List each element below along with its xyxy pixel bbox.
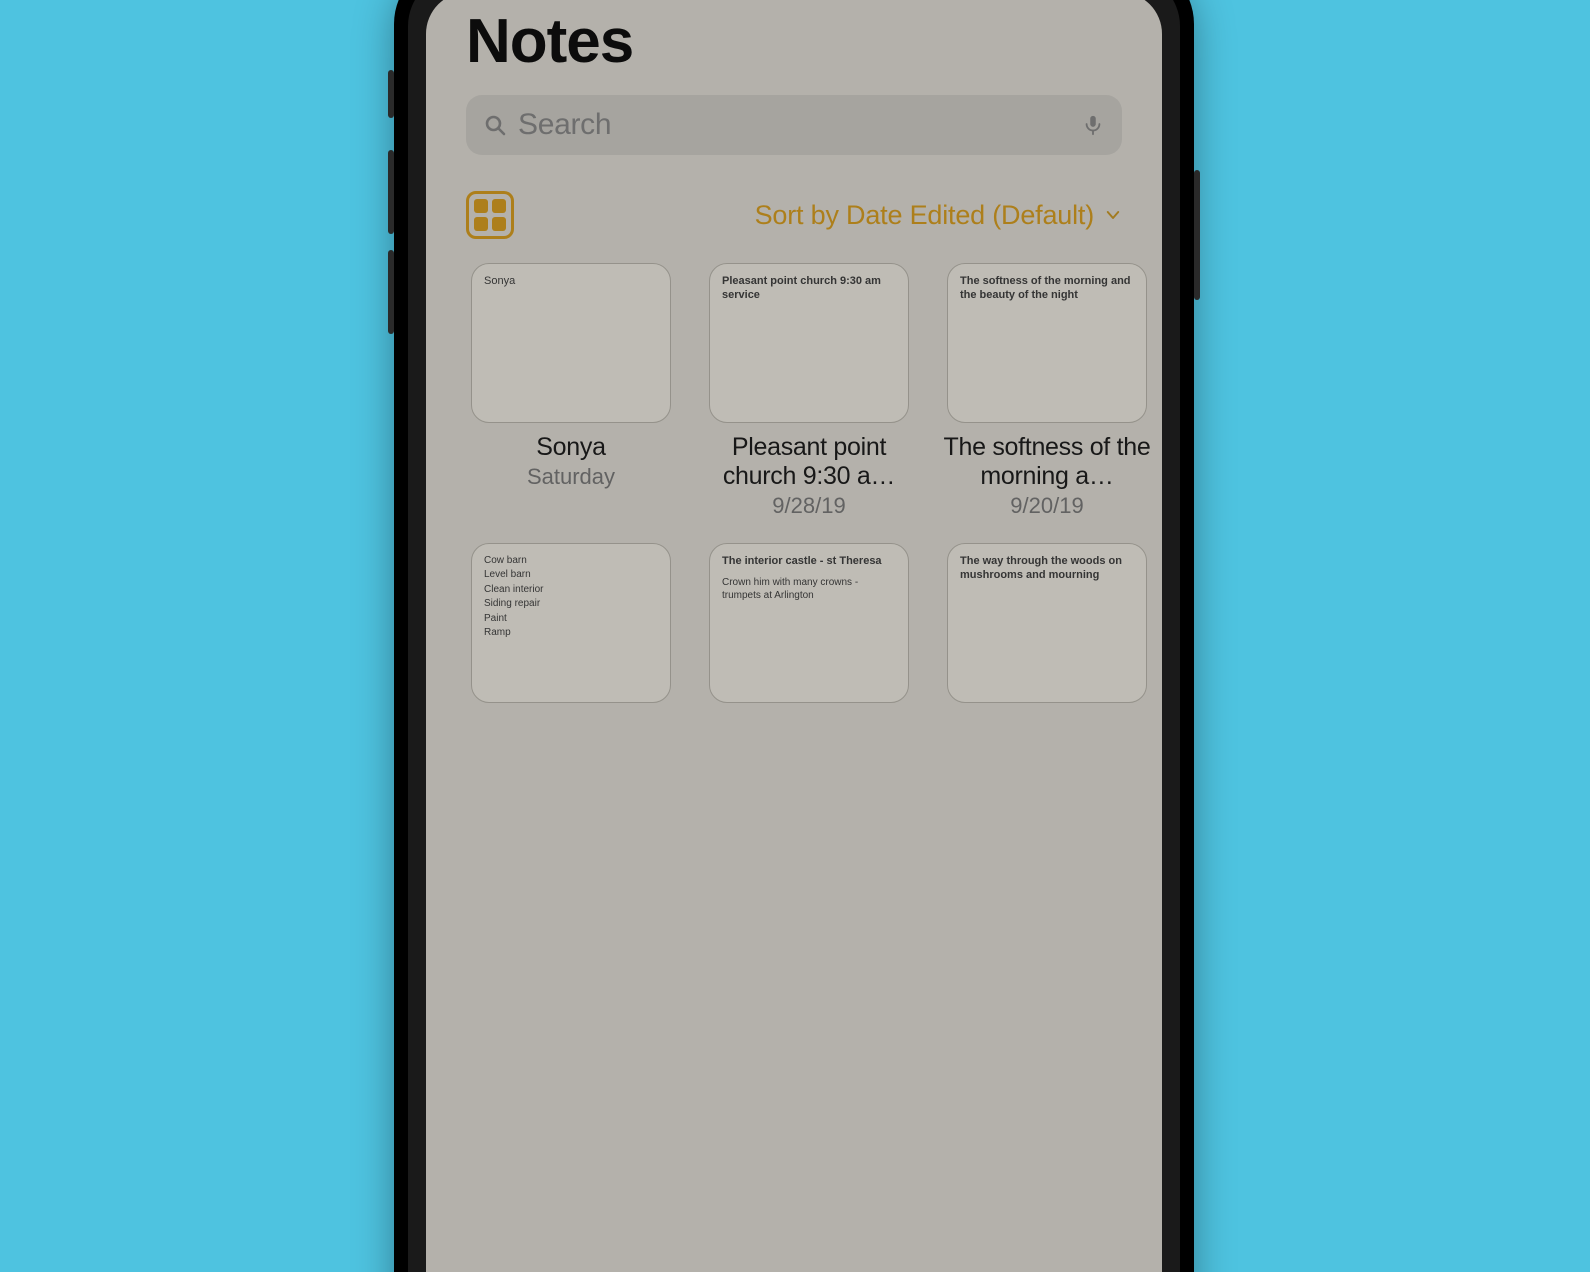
search-icon	[482, 112, 508, 138]
note-preview-title: The softness of the morning and the beau…	[960, 274, 1134, 303]
note-cell[interactable]: Sonya Sonya Saturday	[466, 263, 676, 519]
note-title: Pleasant point church 9:30 a…	[704, 433, 914, 491]
notes-grid: Sonya Sonya Saturday Pleasant point chur…	[466, 263, 1122, 703]
note-date: Saturday	[466, 464, 676, 490]
grid-icon	[474, 217, 488, 231]
note-cell[interactable]: Pleasant point church 9:30 am service Pl…	[704, 263, 914, 519]
grid-icon	[492, 199, 506, 213]
note-date: 9/28/19	[704, 493, 914, 519]
phone-frame: Notes Search Sort by Date Edit	[394, 0, 1194, 1272]
list-controls: Sort by Date Edited (Default)	[466, 191, 1122, 239]
note-caption: The softness of the morning a… 9/20/19	[942, 433, 1152, 519]
note-title: Sonya	[466, 433, 676, 462]
note-cell[interactable]: Cow barn Level barn Clean interior Sidin…	[466, 543, 676, 703]
notes-app: Notes Search Sort by Date Edit	[426, 0, 1162, 1272]
note-cell[interactable]: The softness of the morning and the beau…	[942, 263, 1152, 519]
note-preview-title: The interior castle - st Theresa	[722, 554, 896, 568]
phone-screen: Notes Search Sort by Date Edit	[426, 0, 1162, 1272]
note-preview-line: Clean interior	[484, 583, 658, 598]
note-preview-body: Crown him with many crowns - trumpets at…	[722, 576, 896, 602]
note-preview-card: The way through the woods on mushrooms a…	[947, 543, 1147, 703]
note-preview-line: Paint	[484, 612, 658, 627]
search-placeholder: Search	[518, 108, 1070, 142]
volume-down-button	[388, 250, 394, 334]
note-title: The softness of the morning a…	[942, 433, 1152, 491]
search-field[interactable]: Search	[466, 95, 1122, 155]
sort-label: Sort by Date Edited (Default)	[755, 200, 1094, 231]
mute-switch	[388, 70, 394, 118]
note-preview-card: The interior castle - st Theresa Crown h…	[709, 543, 909, 703]
note-preview-card: Cow barn Level barn Clean interior Sidin…	[471, 543, 671, 703]
note-preview-title: Pleasant point church 9:30 am service	[722, 274, 896, 303]
grid-view-toggle[interactable]	[466, 191, 514, 239]
note-cell[interactable]: The interior castle - st Theresa Crown h…	[704, 543, 914, 703]
grid-icon	[492, 217, 506, 231]
power-button	[1194, 170, 1200, 300]
note-caption: Pleasant point church 9:30 a… 9/28/19	[704, 433, 914, 519]
page-title: Notes	[466, 6, 1122, 77]
note-preview-card: Pleasant point church 9:30 am service	[709, 263, 909, 423]
note-preview-line: Ramp	[484, 626, 658, 641]
note-preview-line: Siding repair	[484, 597, 658, 612]
note-date: 9/20/19	[942, 493, 1152, 519]
note-preview-line: Level barn	[484, 568, 658, 583]
note-preview-title: The way through the woods on mushrooms a…	[960, 554, 1134, 583]
volume-up-button	[388, 150, 394, 234]
note-caption: Sonya Saturday	[466, 433, 676, 490]
sort-button[interactable]: Sort by Date Edited (Default)	[755, 200, 1122, 231]
note-cell[interactable]: The way through the woods on mushrooms a…	[942, 543, 1152, 703]
note-preview-card: The softness of the morning and the beau…	[947, 263, 1147, 423]
note-preview-line: Cow barn	[484, 554, 658, 569]
note-preview-card: Sonya	[471, 263, 671, 423]
note-preview-title: Sonya	[484, 274, 658, 288]
grid-icon	[474, 199, 488, 213]
microphone-icon[interactable]	[1080, 112, 1106, 138]
chevron-down-icon	[1104, 206, 1122, 224]
